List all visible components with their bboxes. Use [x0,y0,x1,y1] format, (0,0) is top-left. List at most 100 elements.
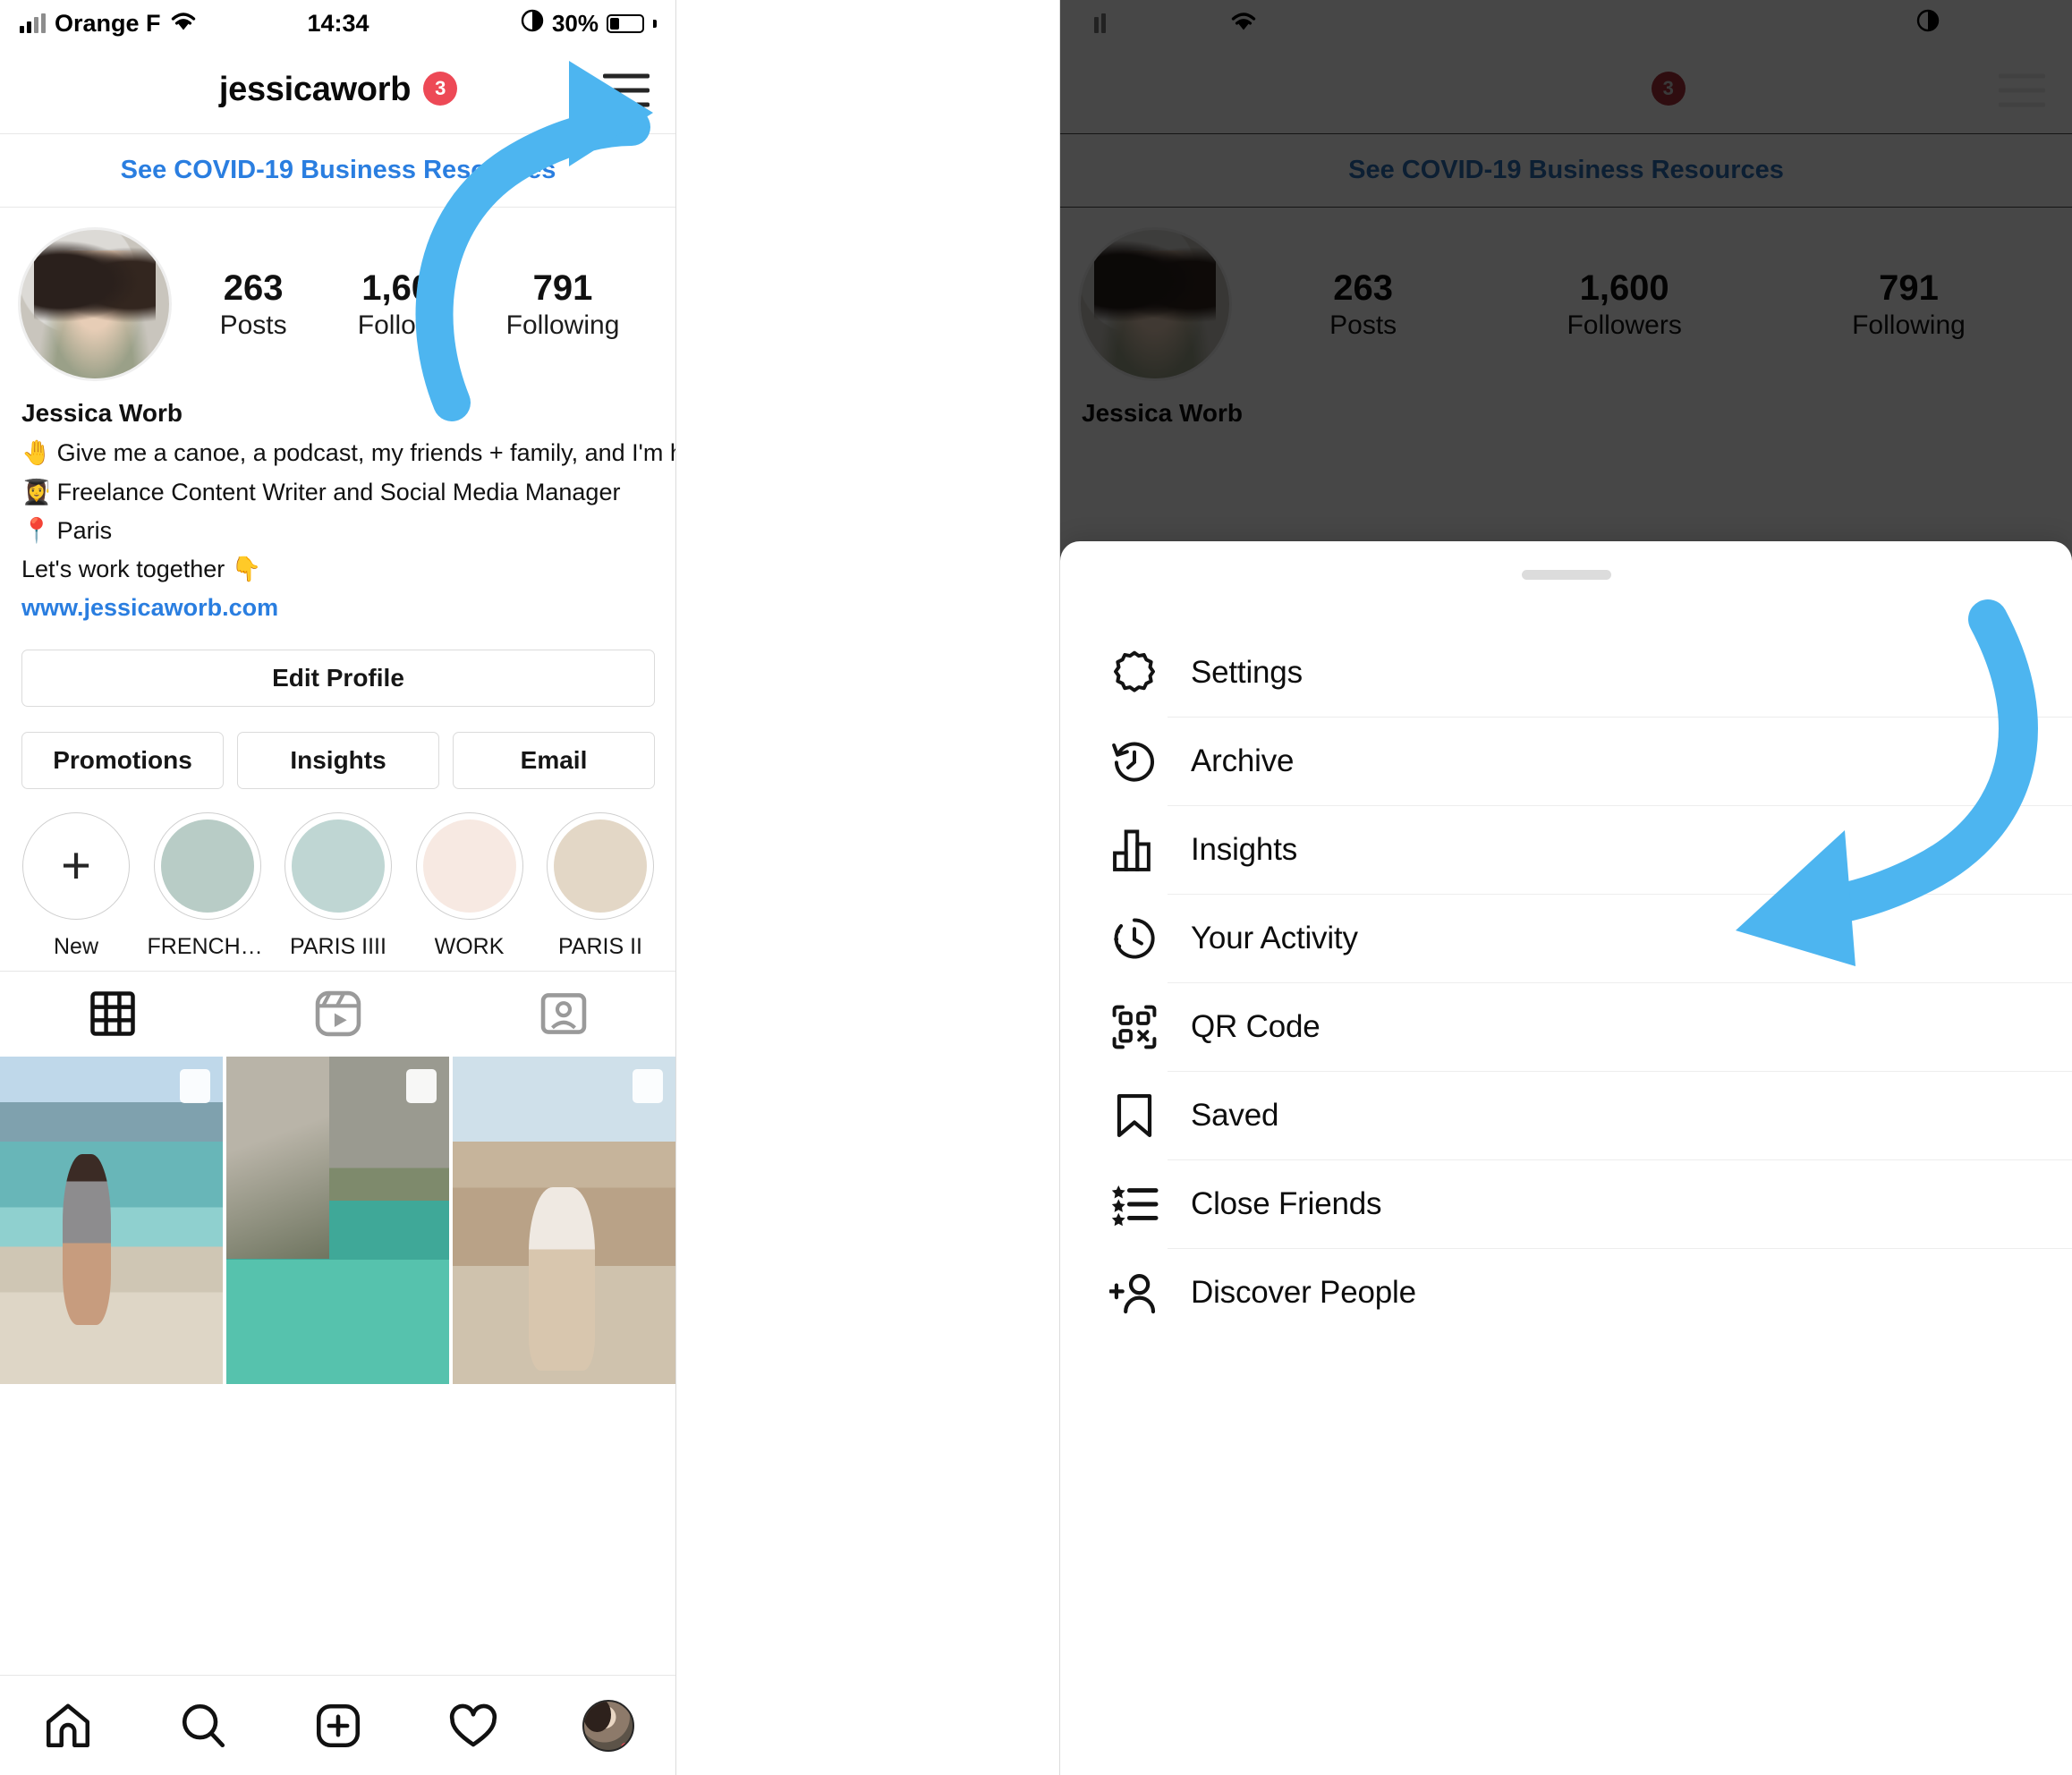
reels-icon [315,990,361,1037]
bar-chart-icon [1101,825,1168,875]
new-post-tab[interactable] [270,1700,405,1752]
archive-clock-icon [1101,736,1168,786]
menu-item-label: Saved [1191,1097,1279,1133]
raised-hand-emoji: 🤚 [21,439,52,467]
avatar[interactable] [18,227,172,381]
grid-tab[interactable] [0,989,225,1038]
highlight-new[interactable]: + New [16,811,136,960]
edit-profile-button[interactable]: Edit Profile [21,649,655,707]
battery-icon [607,13,644,33]
search-icon [182,1703,225,1747]
menu-bottom-sheet: Settings Archive Insights Your Activity … [1060,541,2072,1775]
insights-button[interactable]: Insights [237,731,439,789]
right-phone-screen: Orange F 14:25 34% [1060,0,2072,1775]
grid-post[interactable] [453,1056,675,1384]
avatar [582,1699,635,1752]
home-tab[interactable] [0,1700,135,1752]
status-bar: Orange F 14:34 30% [0,0,676,47]
left-phone-screen: Orange F 14:34 30% jessicaworb 3 See COV… [0,0,676,1775]
profile-bio: Jessica Worb 🤚 Give me a canoe, a podcast… [0,390,676,637]
highlight-label: New [53,933,98,959]
battery-tip [653,19,657,28]
hamburger-icon[interactable] [603,73,650,106]
bottom-nav-bar [0,1675,676,1775]
highlight-item[interactable]: PARIS II [540,811,660,960]
multi-photo-icon [180,1068,210,1103]
profile-actions: Edit Profile [0,637,676,707]
covid-banner[interactable]: See COVID-19 Business Resources [0,134,676,208]
menu-item-label: Close Friends [1191,1185,1382,1221]
tagged-tab[interactable] [451,988,676,1040]
stat-posts[interactable]: 263 Posts [220,268,287,341]
bio-line: 👩‍🎓 Freelance Content Writer and Social M… [21,479,655,505]
promotions-button[interactable]: Promotions [21,731,224,789]
bio-line: 🤚 Give me a canoe, a podcast, my friends … [21,439,676,467]
story-highlights: + New FRENCH RI... PARIS IIII WORK PARIS… [0,789,676,971]
carrier-label: Orange F [55,9,161,37]
page-title: jessicaworb 3 [218,71,458,109]
display-name: Jessica Worb [21,399,183,427]
woman-student-emoji: 👩‍🎓 [21,478,52,505]
menu-item-close-friends[interactable]: Close Friends [1060,1159,2072,1248]
email-button[interactable]: Email [453,731,655,789]
stat-followers-count: 1,60 [361,268,432,308]
search-tab[interactable] [135,1700,270,1752]
profile-tab-bar [0,970,676,1057]
menu-item-discover-people[interactable]: Discover People [1060,1248,2072,1337]
screenshot-stage: Orange F 14:34 30% jessicaworb 3 See COV… [0,0,2072,1775]
gear-icon [1101,648,1168,698]
profile-summary-row: 263 Posts 1,60 Follow 791 Following [0,208,676,390]
tagged-person-icon [540,993,587,1034]
menu-list: Settings Archive Insights Your Activity … [1060,628,2072,1337]
add-person-icon [1101,1268,1168,1318]
activity-clock-icon [1101,913,1168,964]
grid-post[interactable] [226,1056,449,1384]
home-icon [46,1703,89,1747]
app-header: jessicaworb 3 [0,47,676,134]
plus-square-icon [316,1703,361,1747]
post-grid [0,1056,676,1384]
highlight-label: FRENCH RI... [147,933,267,959]
bio-line-text: Freelance Content Writer and Social Medi… [56,478,621,505]
stat-followers[interactable]: 1,60 Follow [358,268,436,341]
reels-tab[interactable] [225,988,451,1040]
profile-stats: 263 Posts 1,60 Follow 791 Following [172,268,655,341]
username-label: jessicaworb [218,71,412,108]
menu-item-insights[interactable]: Insights [1060,805,2072,894]
bookmark-icon [1101,1091,1168,1141]
menu-item-settings[interactable]: Settings [1060,628,2072,717]
bio-line-text: Give me a canoe, a podcast, my friends +… [56,439,676,467]
covid-banner-link[interactable]: See COVID-19 Business Resources [121,156,556,185]
heart-icon [450,1703,497,1746]
menu-item-archive[interactable]: Archive [1060,717,2072,805]
activity-tab[interactable] [406,1699,541,1753]
grid-icon [90,991,135,1036]
menu-item-saved[interactable]: Saved [1060,1071,2072,1159]
menu-item-label: Insights [1191,831,1298,867]
highlight-item[interactable]: WORK [410,811,530,960]
plus-icon: + [61,836,91,895]
highlight-label: WORK [434,933,505,959]
profile-actions-secondary: Promotions Insights Email [0,719,676,789]
highlight-cover [160,819,254,913]
stat-following[interactable]: 791 Following [506,268,620,341]
bio-line: 📍 Paris [21,517,655,544]
highlight-item[interactable]: PARIS IIII [278,811,398,960]
drag-handle[interactable] [1521,570,1611,580]
status-badge: 3 [423,72,458,106]
highlight-label: PARIS II [557,933,642,959]
wifi-icon [170,10,197,38]
qr-code-icon [1101,1002,1168,1052]
stat-following-count: 791 [532,268,593,308]
menu-item-qr-code[interactable]: QR Code [1060,982,2072,1071]
highlight-item[interactable]: FRENCH RI... [147,811,267,960]
grid-post[interactable] [0,1056,223,1384]
star-list-icon [1101,1179,1168,1229]
website-link[interactable]: www.jessicaworb.com [21,594,655,621]
bio-line-text: Paris [56,516,113,544]
menu-item-your-activity[interactable]: Your Activity [1060,894,2072,982]
profile-tab[interactable] [541,1699,676,1752]
menu-item-label: Settings [1191,654,1303,690]
battery-percent-label: 30% [551,9,599,37]
highlight-cover [554,819,647,913]
